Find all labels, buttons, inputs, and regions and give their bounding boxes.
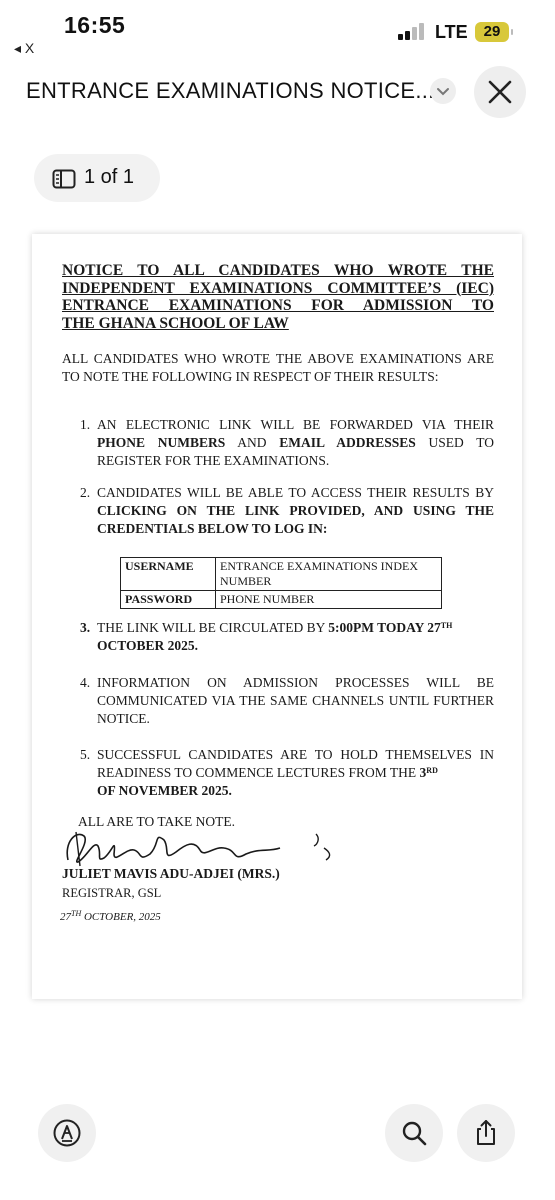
page-counter[interactable]: 1 of 1 [34, 154, 160, 202]
heading-line: ENTRANCE EXAMINATIONS FOR ADMISSION TO [62, 297, 494, 314]
date-rest: OCTOBER, 2025 [81, 911, 161, 923]
date-day: 27 [60, 911, 71, 923]
markup-icon [53, 1119, 81, 1147]
clock: 16:55 [64, 12, 126, 38]
item-bold: PHONE NUMBERS [97, 435, 226, 450]
list-item: 4. INFORMATION ON ADMISSION PROCESSES WI… [80, 674, 494, 728]
item-bold: CLICKING ON THE LINK PROVIDED, AND USING… [97, 503, 494, 536]
page-counter-label: 1 of 1 [84, 166, 135, 188]
chevron-down-icon [437, 88, 449, 96]
search-button[interactable] [385, 1104, 443, 1162]
network-label: LTE [435, 22, 468, 42]
notice-heading: NOTICE TO ALL CANDIDATES WHO WROTE THE I… [62, 262, 494, 332]
battery-level: 29 [483, 23, 501, 40]
credential-key: PASSWORD [120, 590, 216, 609]
item-text: CANDIDATES WILL BE ABLE TO ACCESS THEIR … [97, 485, 494, 500]
signatory-role: REGISTRAR, GSL [62, 886, 162, 900]
share-button[interactable] [457, 1104, 515, 1162]
battery-icon: 29 [475, 22, 513, 42]
list-item: 2. CANDIDATES WILL BE ABLE TO ACCESS THE… [80, 484, 494, 538]
status-bar: 16:55 ◂ X LTE 29 [0, 0, 555, 60]
close-button[interactable] [474, 66, 526, 118]
share-icon [477, 1120, 495, 1145]
list-number: 3. [80, 620, 91, 635]
signatory-name: JULIET MAVIS ADU-ADJEI (MRS.) [62, 866, 280, 881]
item-text: SUCCESSFUL CANDIDATES ARE TO HOLD THEMSE… [97, 747, 494, 780]
list-number: 2. [80, 485, 91, 500]
item-text: AND [225, 435, 280, 450]
table-row: USERNAME ENTRANCE EXAMINATIONS INDEX NUM… [120, 557, 442, 591]
credential-value: PHONE NUMBER [215, 590, 442, 609]
list-number: 4. [80, 675, 91, 690]
list-item: 1. AN ELECTRONIC LINK WILL BE FORWARDED … [80, 416, 494, 470]
list-number: 5. [80, 747, 91, 762]
credentials-table: USERNAME ENTRANCE EXAMINATIONS INDEX NUM… [120, 557, 442, 609]
list-item: 3. THE LINK WILL BE CIRCULATED BY 5:00PM… [80, 619, 494, 655]
item-superscript: TH [440, 621, 453, 630]
table-row: PASSWORD PHONE NUMBER [120, 590, 442, 609]
close-icon [488, 80, 512, 104]
notice-date: 27TH OCTOBER, 2025 [60, 909, 161, 923]
item-bold: OCTOBER 2025. [97, 638, 199, 653]
date-superscript: TH [71, 909, 82, 918]
search-icon [402, 1121, 427, 1146]
item-text: AN ELECTRONIC LINK WILL BE FORWARDED VIA… [97, 417, 494, 432]
title-menu-button[interactable] [430, 78, 456, 104]
item-bold: EMAIL ADDRESSES [279, 435, 416, 450]
intro-paragraph: ALL CANDIDATES WHO WROTE THE ABOVE EXAMI… [62, 351, 494, 384]
item-bold: 5:00PM TODAY 27 [328, 620, 441, 635]
credential-key: USERNAME [120, 557, 216, 591]
credential-value: ENTRANCE EXAMINATIONS INDEX NUMBER [215, 557, 442, 591]
back-to-app-link[interactable]: ◂ X [14, 40, 34, 57]
item-text: INFORMATION ON ADMISSION PROCESSES WILL … [97, 675, 494, 726]
item-bold: OF NOVEMBER 2025. [97, 783, 232, 798]
item-superscript: RD [426, 766, 438, 775]
heading-line: INDEPENDENT EXAMINATIONS COMMITTEE’S (IE… [62, 279, 494, 297]
heading-line: THE GHANA SCHOOL OF LAW [62, 314, 289, 332]
heading-line: NOTICE TO ALL CANDIDATES WHO WROTE THE [62, 262, 494, 279]
item-text: THE LINK WILL BE CIRCULATED BY [97, 620, 329, 635]
sidebar-icon [52, 169, 76, 189]
document-page: NOTICE TO ALL CANDIDATES WHO WROTE THE I… [32, 234, 522, 999]
list-number: 1. [80, 417, 91, 432]
list-item: 5. SUCCESSFUL CANDIDATES ARE TO HOLD THE… [80, 746, 494, 800]
title-bar: ENTRANCE EXAMINATIONS NOTICE... [0, 66, 555, 118]
document-title[interactable]: ENTRANCE EXAMINATIONS NOTICE... [26, 78, 435, 104]
signal-icon [398, 22, 428, 40]
markup-button[interactable] [38, 1104, 96, 1162]
